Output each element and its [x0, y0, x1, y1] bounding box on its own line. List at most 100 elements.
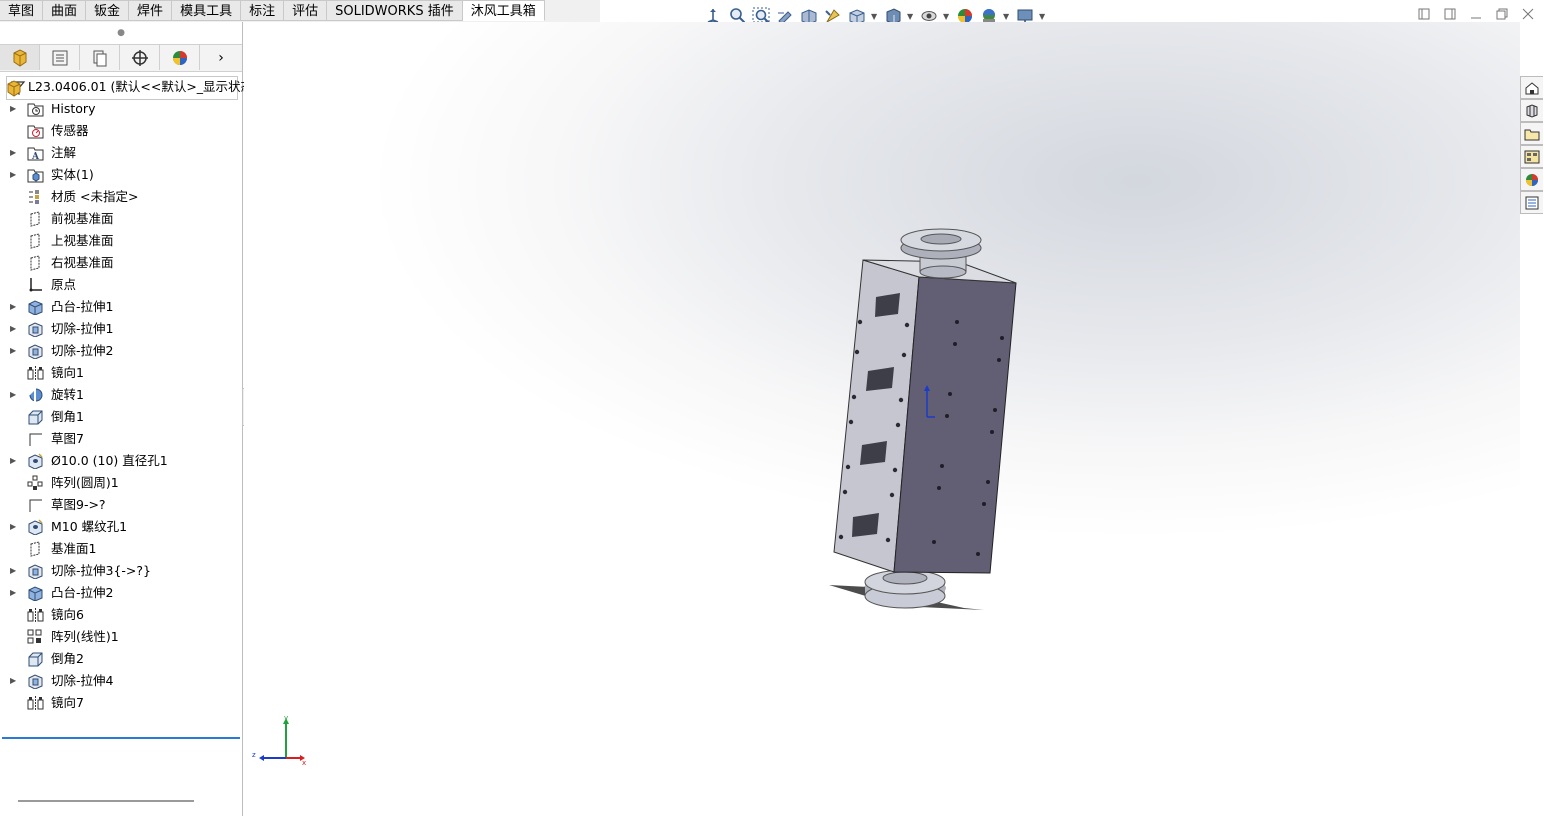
display-manager-icon[interactable]: [160, 45, 200, 70]
expand-arrow-icon[interactable]: ▶: [10, 450, 16, 472]
expand-arrow-icon[interactable]: ▶: [10, 98, 16, 120]
panel-tabs-more-icon[interactable]: ›: [200, 45, 242, 71]
tree-item[interactable]: 上视基准面: [0, 230, 242, 252]
configuration-manager-icon[interactable]: [80, 45, 120, 70]
expand-arrow-icon[interactable]: ▶: [10, 516, 16, 538]
apply-scene-dropdown-icon[interactable]: ▼: [1003, 12, 1011, 21]
tree-item-label: 镜向7: [51, 695, 84, 710]
view-setting-dropdown-icon[interactable]: ▼: [871, 12, 879, 21]
view-palette-icon[interactable]: [1520, 145, 1543, 168]
expand-arrow-icon[interactable]: ▶: [10, 582, 16, 604]
tree-item[interactable]: 镜向7: [0, 692, 242, 714]
tab-6[interactable]: 评估: [284, 0, 328, 21]
tab-2[interactable]: 钣金: [86, 0, 130, 21]
property-manager-icon[interactable]: [40, 45, 80, 70]
tree-item[interactable]: 草图7: [0, 428, 242, 450]
minimize-icon[interactable]: [1468, 6, 1484, 22]
tree-item[interactable]: 原点: [0, 274, 242, 296]
window-controls: [1416, 6, 1536, 22]
tree-item[interactable]: ▶ History: [0, 98, 242, 120]
tab-1[interactable]: 曲面: [43, 0, 87, 21]
tree-item[interactable]: ▶ 实体(1): [0, 164, 242, 186]
tree-item-label: 旋转1: [51, 387, 84, 402]
tree-item[interactable]: ▶ 切除-拉伸2: [0, 340, 242, 362]
tree-item[interactable]: ▶ 凸台-拉伸1: [0, 296, 242, 318]
restore-right-icon[interactable]: [1442, 6, 1458, 22]
tree-item-label: M10 螺纹孔1: [51, 519, 128, 534]
tree-item[interactable]: 倒角1: [0, 406, 242, 428]
expand-arrow-icon[interactable]: ▶: [10, 296, 16, 318]
tree-item[interactable]: ▶ 凸台-拉伸2: [0, 582, 242, 604]
tab-7[interactable]: SOLIDWORKS 插件: [327, 0, 463, 21]
hide-show-dropdown-icon[interactable]: ▼: [943, 12, 951, 21]
tree-item-label: 倒角2: [51, 651, 84, 666]
display-style-dropdown-icon[interactable]: ▼: [907, 12, 915, 21]
tab-5[interactable]: 标注: [241, 0, 285, 21]
expand-arrow-icon[interactable]: ▶: [10, 142, 16, 164]
tree-item[interactable]: 材质 <未指定>: [0, 186, 242, 208]
tree-item[interactable]: ▶ M10 螺纹孔1: [0, 516, 242, 538]
graphics-area[interactable]: [244, 22, 1520, 816]
tab-3[interactable]: 焊件: [129, 0, 173, 21]
expand-arrow-icon[interactable]: ▶: [10, 560, 16, 582]
tree-item[interactable]: 阵列(线性)1: [0, 626, 242, 648]
tree-item-label: 切除-拉伸1: [51, 321, 114, 336]
tree-item-label: 阵列(圆周)1: [51, 475, 119, 490]
origin-icon: [27, 277, 44, 293]
tree-item-label: 前视基准面: [51, 211, 114, 226]
solidworks-resources-icon[interactable]: [1520, 76, 1543, 99]
panel-grip-icon[interactable]: ●: [0, 22, 242, 44]
expand-arrow-icon[interactable]: ▶: [10, 318, 16, 340]
tree-item[interactable]: 前视基准面: [0, 208, 242, 230]
command-manager-tabs: 草图 曲面 钣金 焊件 模具工具 标注 评估 SOLIDWORKS 插件 沐风工具箱: [0, 0, 600, 22]
part-icon: [5, 79, 22, 97]
solid-bodies-icon: [27, 167, 44, 183]
maximize-icon[interactable]: [1494, 6, 1510, 22]
material-icon: [27, 189, 44, 205]
tree-item[interactable]: 传感器: [0, 120, 242, 142]
tree-item-label: 凸台-拉伸2: [51, 585, 114, 600]
tree-item[interactable]: ▶ 旋转1: [0, 384, 242, 406]
tree-item[interactable]: ▶ 切除-拉伸4: [0, 670, 242, 692]
restore-left-icon[interactable]: [1416, 6, 1432, 22]
expand-arrow-icon[interactable]: ▶: [10, 384, 16, 406]
svg-text:A: A: [31, 152, 40, 161]
custom-properties-icon[interactable]: [1520, 191, 1543, 214]
tree-item[interactable]: 草图9->?: [0, 494, 242, 516]
annotations-icon: A: [27, 145, 44, 162]
file-explorer-icon[interactable]: [1520, 122, 1543, 145]
view-settings-monitor-dropdown-icon[interactable]: ▼: [1039, 12, 1047, 21]
tree-item-label: 实体(1): [51, 167, 94, 182]
appearances-icon[interactable]: [1520, 168, 1543, 191]
design-library-icon[interactable]: [1520, 99, 1543, 122]
tree-item[interactable]: ▶ A 注解: [0, 142, 242, 164]
tree-item[interactable]: 基准面1: [0, 538, 242, 560]
tree-item[interactable]: 右视基准面: [0, 252, 242, 274]
tab-8[interactable]: 沐风工具箱: [462, 0, 545, 21]
plane-icon: [27, 541, 44, 557]
tree-item[interactable]: ▶ 切除-拉伸1: [0, 318, 242, 340]
panel-tabs: ›: [0, 44, 242, 72]
tab-4[interactable]: 模具工具: [172, 0, 242, 21]
tree-item[interactable]: 镜向6: [0, 604, 242, 626]
tab-0[interactable]: 草图: [0, 0, 44, 21]
tree-item[interactable]: 阵列(圆周)1: [0, 472, 242, 494]
tree-item[interactable]: ▶ Ø10.0 (10) 直径孔1: [0, 450, 242, 472]
tree-item[interactable]: ▶ 切除-拉伸3{->?}: [0, 560, 242, 582]
feature-manager-icon[interactable]: [0, 45, 40, 70]
expand-arrow-icon[interactable]: ▶: [10, 670, 16, 692]
tree-item[interactable]: 倒角2: [0, 648, 242, 670]
close-icon[interactable]: [1520, 6, 1536, 22]
tree-root-part[interactable]: L23.0406.01 (默认<<默认>_显示状态: [0, 76, 253, 98]
expand-arrow-icon[interactable]: ▶: [10, 340, 16, 362]
dimxpert-manager-icon[interactable]: [120, 45, 160, 70]
boss-extrude-icon: [27, 299, 44, 316]
tree-item[interactable]: 镜向1: [0, 362, 242, 384]
rollback-bar[interactable]: [2, 737, 240, 739]
chamfer-icon: [27, 409, 44, 425]
hole-icon: [27, 519, 44, 536]
part-model[interactable]: [244, 22, 1520, 816]
panel-horizontal-scrollbar[interactable]: [18, 800, 194, 802]
cut-extrude-icon: [27, 563, 44, 580]
expand-arrow-icon[interactable]: ▶: [10, 164, 16, 186]
